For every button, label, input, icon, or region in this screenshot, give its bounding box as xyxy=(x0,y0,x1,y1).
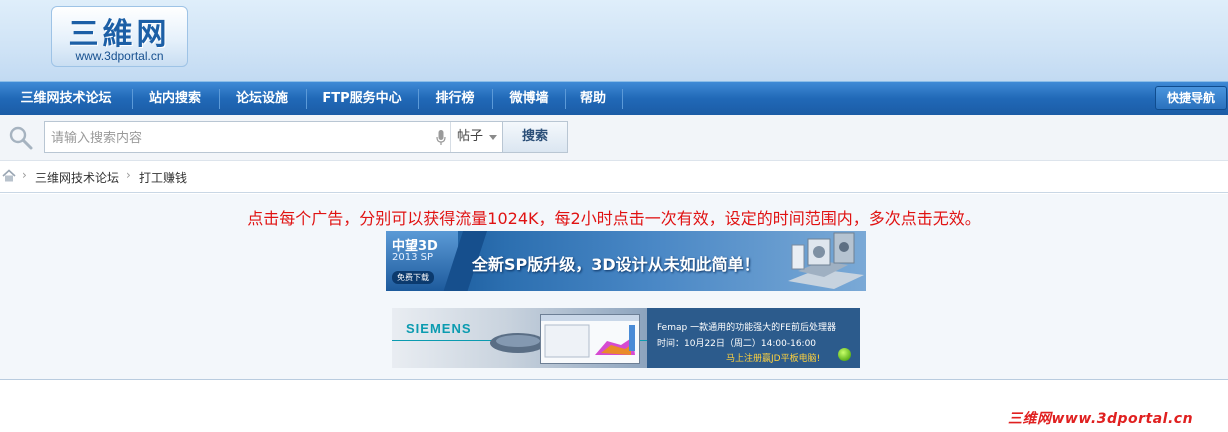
main-nav: 三维网技术论坛 站内搜索 论坛设施 FTP服务中心 排行榜 微博墙 帮助 xyxy=(0,81,1228,115)
header: 三維网 www.3dportal.cn xyxy=(0,0,1228,81)
nav-item-help[interactable]: 帮助 xyxy=(570,82,616,116)
ad-banner-siemens[interactable]: SIEMENS Femap 一款通用的功能强大的FE前后处理器 时间：10月22… xyxy=(392,308,860,368)
nav-divider xyxy=(306,89,307,109)
nav-item-forum[interactable]: 三维网技术论坛 xyxy=(8,82,124,116)
software-screenshot xyxy=(540,314,640,364)
ad-siemens-title: Femap 一款通用的功能强大的FE前后处理器 xyxy=(657,323,836,333)
search-button[interactable]: 搜索 xyxy=(502,122,567,152)
microphone-icon[interactable] xyxy=(436,130,446,146)
breadcrumb-item-current[interactable]: 打工赚钱 xyxy=(139,169,187,186)
nav-divider xyxy=(565,89,566,109)
breadcrumb-item-forum[interactable]: 三维网技术论坛 xyxy=(35,169,119,186)
search-icon xyxy=(9,126,33,150)
ad-siemens-time: 时间：10月22日（周二）14:00-16:00 xyxy=(657,339,817,349)
notice-text: 点击每个广告，分别可以获得流量1024K，每2小时点击一次有效，设定的时间范围内… xyxy=(247,209,981,228)
logo-url: www.3dportal.cn xyxy=(75,49,164,63)
ad-siemens-cta: 马上注册赢JD平板电脑! xyxy=(726,354,821,364)
nav-item-weibo[interactable]: 微博墙 xyxy=(498,82,560,116)
home-icon[interactable] xyxy=(2,169,16,183)
machine-part-image xyxy=(788,232,864,289)
nav-item-site-search[interactable]: 站内搜索 xyxy=(138,82,212,116)
nav-divider xyxy=(492,89,493,109)
search-input[interactable] xyxy=(51,127,431,149)
search-type-select[interactable]: 帖子 xyxy=(450,122,502,152)
search-type-label: 帖子 xyxy=(457,129,484,144)
chevron-right-icon: › xyxy=(126,168,131,182)
nav-item-ranking[interactable]: 排行榜 xyxy=(424,82,486,116)
go-arrow-icon xyxy=(838,348,851,361)
logo-title: 三維网 xyxy=(68,17,171,52)
nav-item-ftp[interactable]: FTP服务中心 xyxy=(312,82,412,116)
chevron-down-icon xyxy=(489,135,497,140)
nav-item-facilities[interactable]: 论坛设施 xyxy=(225,82,299,116)
ad-zw3d-slogan: 全新SP版升级，3D设计从未如此简单！ xyxy=(472,255,760,274)
ad-banner-zw3d[interactable]: 中望3D 2013 SP 免费下载 全新SP版升级，3D设计从未如此简单！ xyxy=(386,231,866,291)
ad-zw3d-version: 2013 SP xyxy=(392,252,434,263)
site-logo[interactable]: 三維网 www.3dportal.cn xyxy=(51,6,188,67)
watermark: 三维网www.3dportal.cn xyxy=(1008,411,1194,427)
nav-divider xyxy=(219,89,220,109)
quick-nav-button[interactable]: 快捷导航 xyxy=(1155,86,1227,110)
nav-divider xyxy=(418,89,419,109)
nav-divider xyxy=(132,89,133,109)
fe-model-image xyxy=(541,315,639,358)
nav-divider xyxy=(622,89,623,109)
chevron-right-icon: › xyxy=(22,168,27,182)
search-box: 帖子 搜索 xyxy=(44,121,568,153)
pipe-model-image xyxy=(490,333,546,353)
ad-zw3d-download-badge: 免费下载 xyxy=(392,271,434,284)
ad-siemens-left-panel: SIEMENS xyxy=(392,308,647,368)
siemens-logo: SIEMENS xyxy=(406,321,472,336)
